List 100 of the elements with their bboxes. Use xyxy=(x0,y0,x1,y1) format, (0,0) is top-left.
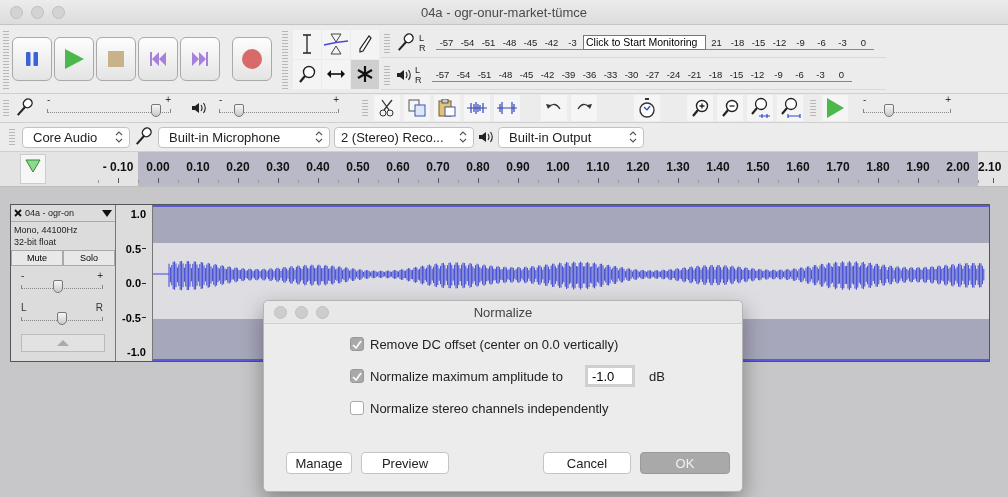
tool-button[interactable] xyxy=(322,29,350,59)
dialog-button[interactable]: Cancel xyxy=(543,452,631,474)
pause-button[interactable] xyxy=(12,37,52,81)
recording-device-select[interactable]: Built-in Microphone xyxy=(158,126,330,148)
meter-scale-label: -39 xyxy=(560,68,577,80)
slider-thumb[interactable] xyxy=(234,104,245,117)
slider-max-label: + xyxy=(945,95,951,105)
playback-speed-slider[interactable]: - + xyxy=(863,96,951,120)
slider-min-label: - xyxy=(47,95,51,105)
check-icon xyxy=(352,339,362,349)
tool-button[interactable] xyxy=(293,59,321,89)
dialog-button[interactable]: Preview xyxy=(361,452,449,474)
slider-max-label: + xyxy=(333,95,339,105)
meter-scale-label: -3 xyxy=(815,68,826,80)
meter-scale-label: -3 xyxy=(567,36,578,48)
meter-scale-label: -9 xyxy=(773,68,784,80)
redo-button[interactable] xyxy=(571,95,597,121)
record-button[interactable] xyxy=(232,37,272,81)
meter-scale-label: 0 xyxy=(837,68,846,80)
cut-button[interactable] xyxy=(374,95,400,121)
dialog-button[interactable]: Manage xyxy=(286,452,352,474)
tool-button[interactable] xyxy=(322,59,350,89)
timeline-label: 1.50 xyxy=(738,152,778,186)
dialog-title: Normalize xyxy=(473,304,533,320)
fit-selection-button[interactable] xyxy=(747,95,773,121)
meter-scale-label: -45 xyxy=(522,36,539,48)
tool-button[interactable] xyxy=(351,29,379,59)
slider-thumb[interactable] xyxy=(884,104,895,117)
timeline-label: 1.00 xyxy=(538,152,578,186)
trim-icon xyxy=(467,100,487,116)
speaker-icon xyxy=(191,101,207,115)
window-title: 04a - ogr-onur-market-tümce xyxy=(420,4,588,20)
timeline-label: 1.30 xyxy=(658,152,698,186)
amplitude-field[interactable]: -1.0 xyxy=(584,365,635,387)
channel-label: L xyxy=(419,32,425,43)
mute-button[interactable]: Mute xyxy=(11,250,63,266)
toolbar-grip[interactable] xyxy=(3,29,9,89)
checkbox[interactable] xyxy=(350,401,364,415)
meter-scale-label: -24 xyxy=(665,68,682,80)
recording-channels-select[interactable]: 2 (Stereo) Reco... xyxy=(334,126,474,148)
slider-thumb[interactable] xyxy=(57,312,67,325)
checkbox[interactable] xyxy=(350,369,364,383)
stop-button[interactable] xyxy=(96,37,136,81)
stopwatch-icon xyxy=(638,98,656,118)
timeline-label: 0.80 xyxy=(458,152,498,186)
timeline-label: 0.10 xyxy=(178,152,218,186)
slider-min-label: L xyxy=(21,303,27,313)
asterisk-icon xyxy=(356,65,374,83)
recording-volume-slider[interactable]: - + xyxy=(47,96,171,120)
playback-volume-slider[interactable]: - + xyxy=(219,96,339,120)
track-name[interactable]: 04a - ogr-on xyxy=(25,208,99,218)
zoom-out-button[interactable] xyxy=(717,95,743,121)
timeline-options-button[interactable] xyxy=(20,154,46,184)
skip-to-start-icon xyxy=(150,52,166,66)
meter-scale-label: -12 xyxy=(771,36,788,48)
paste-button[interactable] xyxy=(434,95,460,121)
slider-min-label: - xyxy=(219,95,223,105)
checkbox[interactable] xyxy=(350,337,364,351)
tooltip: Click to Start Monitoring xyxy=(583,34,706,50)
skip-to-end-button[interactable] xyxy=(180,37,220,81)
skip-to-start-button[interactable] xyxy=(138,37,178,81)
amplitude-label: -1.0 xyxy=(127,346,146,358)
pan-slider[interactable]: L R xyxy=(21,304,103,328)
undo-button[interactable] xyxy=(541,95,567,121)
meter-scale-label: -48 xyxy=(501,36,518,48)
play-button[interactable] xyxy=(54,37,94,81)
fit-project-button[interactable] xyxy=(777,95,803,121)
slider-max-label: R xyxy=(95,303,103,313)
meter-scale-label: -18 xyxy=(707,68,724,80)
scissors-icon xyxy=(378,99,396,117)
gain-slider[interactable]: - + xyxy=(21,272,103,296)
track-info: 32-bit float xyxy=(14,236,58,248)
audio-host-select[interactable]: Core Audio xyxy=(22,126,130,148)
trim-button[interactable] xyxy=(464,95,490,121)
silence-icon xyxy=(497,100,517,116)
playback-device-select[interactable]: Built-in Output xyxy=(498,126,644,148)
slider-thumb[interactable] xyxy=(151,104,162,117)
play-at-speed-button[interactable] xyxy=(822,95,848,121)
fit-project-icon xyxy=(779,97,801,119)
slider-max-label: + xyxy=(97,271,103,281)
level-meter[interactable]: -57 -54 -51 -48 -45 -42 -3 Click to Start Monitoring 21 -18 -15 -12 -9 -6 -3 0 xyxy=(436,35,874,50)
timeline-label: 1.90 xyxy=(898,152,938,186)
unit-label: dB xyxy=(648,368,665,384)
zoom-in-button[interactable] xyxy=(687,95,713,121)
sync-lock-button[interactable] xyxy=(634,95,660,121)
channel-label: R xyxy=(415,74,423,85)
tool-button[interactable] xyxy=(351,59,379,89)
fit-selection-icon xyxy=(749,97,771,119)
silence-button[interactable] xyxy=(494,95,520,121)
level-meter[interactable]: -57 -54 -51 -48 -45 -42 -39 -36 -33 -30 -27 -24 -21 -18 -15 -12 -9 -6 -3 0 xyxy=(432,67,852,82)
timeline-label: 0.60 xyxy=(378,152,418,186)
meter-scale-label: -6 xyxy=(816,36,827,48)
timeline-label: 0.00 xyxy=(138,152,178,186)
track-info: Mono, 44100Hz xyxy=(14,224,79,236)
amplitude-label: 1.0 xyxy=(130,208,146,220)
solo-button[interactable]: Solo xyxy=(63,250,115,266)
tool-button[interactable] xyxy=(293,29,321,59)
meter-scale-label: -3 xyxy=(837,36,848,48)
slider-thumb[interactable] xyxy=(52,280,63,293)
close-icon xyxy=(14,209,22,217)
